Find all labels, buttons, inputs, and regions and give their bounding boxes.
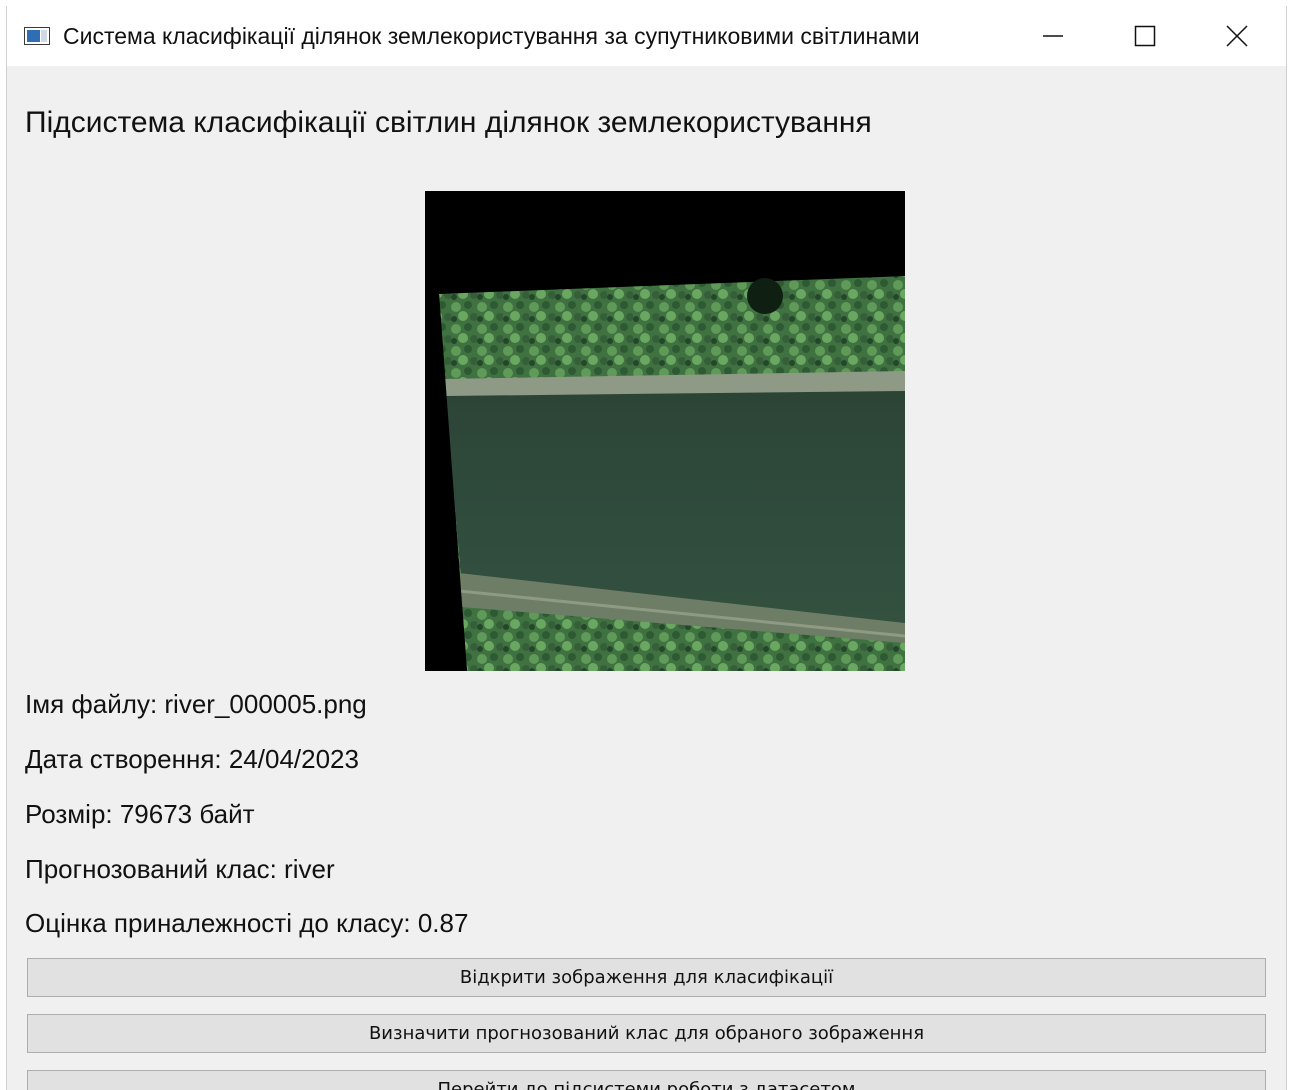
go-to-dataset-button[interactable]: Перейти до підсистеми роботи з датасетом (27, 1070, 1266, 1090)
minimize-icon (1043, 35, 1063, 37)
open-image-button[interactable]: Відкрити зображення для класифікації (27, 958, 1266, 997)
maximize-button[interactable] (1099, 6, 1191, 66)
file-name-label: Імя файлу: river_000005.png (25, 689, 367, 719)
predicted-class-label: Прогнозований клас: river (25, 854, 335, 884)
minimize-button[interactable] (1007, 6, 1099, 66)
close-button[interactable] (1191, 6, 1283, 66)
app-icon (24, 27, 50, 45)
close-icon (1226, 25, 1248, 47)
window-title: Система класифікації ділянок землекорист… (63, 23, 920, 49)
app-window: Система класифікації ділянок землекорист… (6, 6, 1287, 1090)
satellite-image (425, 191, 905, 671)
creation-date-label: Дата створення: 24/04/2023 (25, 744, 359, 774)
maximize-icon (1134, 25, 1156, 47)
title-bar[interactable]: Система класифікації ділянок землекорист… (7, 6, 1286, 66)
page-heading: Підсистема класифікації світлин ділянок … (25, 106, 872, 139)
predict-class-button[interactable]: Визначити прогнозований клас для обраног… (27, 1014, 1266, 1053)
class-score-label: Оцінка приналежності до класу: 0.87 (25, 908, 469, 938)
file-size-label: Розмір: 79673 байт (25, 799, 255, 829)
